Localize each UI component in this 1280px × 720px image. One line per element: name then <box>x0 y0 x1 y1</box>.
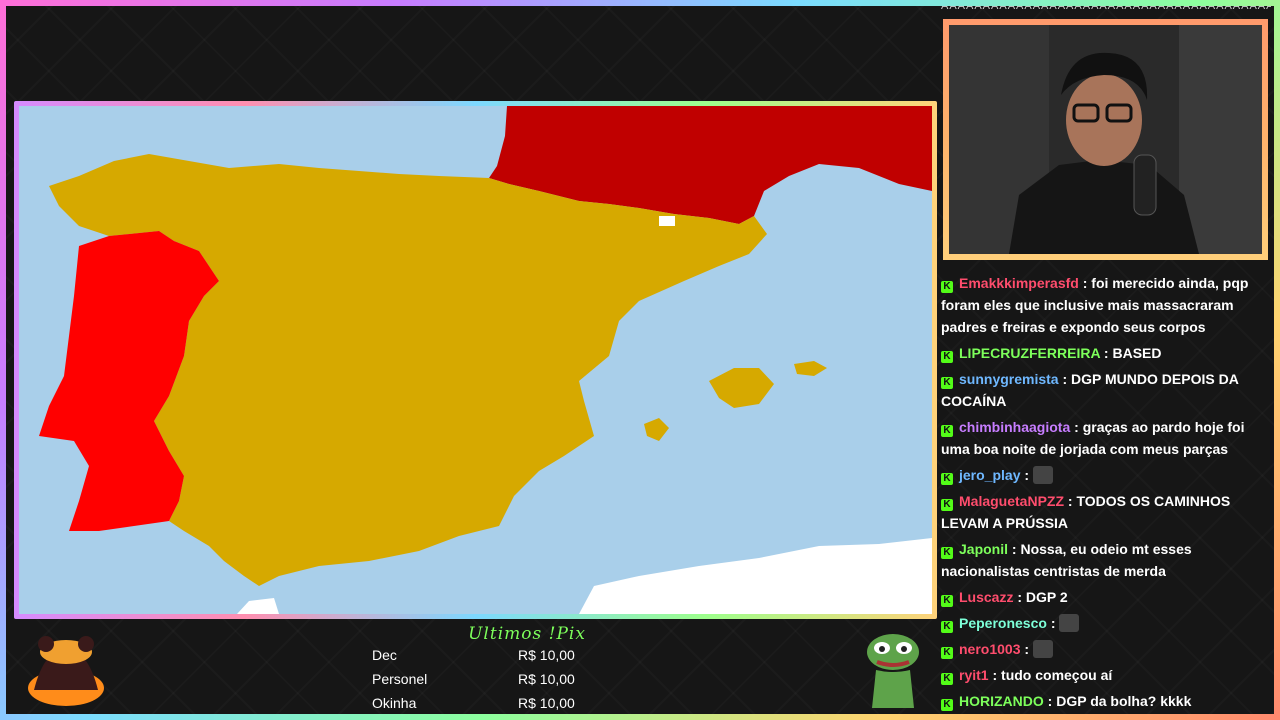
kick-icon: K <box>941 499 953 511</box>
chat-text: tudo começou aí <box>1001 667 1113 683</box>
chat-username[interactable]: Emakkkimperasfd <box>959 275 1079 291</box>
chat-panel: K Emakkkimperasfd : foi merecido ainda, p… <box>941 260 1271 715</box>
kick-icon: K <box>941 351 953 363</box>
chat-username[interactable]: MalaguetaNPZZ <box>959 493 1064 509</box>
chat-message: Kjero_play : <box>941 464 1271 486</box>
chat-message: Kchimbinhaagiota : graças ao pardo hoje … <box>941 419 1245 457</box>
chat-message: K Peperonesco : <box>941 612 1271 634</box>
pix-amount: R$ 10,00 <box>518 671 575 687</box>
chat-username[interactable]: Luscazz <box>959 589 1013 605</box>
pix-donor-name: Okinha <box>372 695 417 711</box>
map-andorra <box>659 216 675 226</box>
chat-message: K Emakkkimperasfd : foi merecido ainda, p… <box>941 275 1249 335</box>
chat-username[interactable]: jero_play <box>959 467 1020 483</box>
chat-username[interactable]: HORIZANDO <box>959 693 1044 709</box>
chat-username[interactable]: Peperonesco <box>959 615 1047 631</box>
pix-title: Ultimos !Pix <box>468 624 586 644</box>
chat-message: Knero1003 : <box>941 638 1271 660</box>
chat-message: Kryit1 : tudo começou aí <box>941 664 1271 686</box>
chat-username[interactable]: sunnygremista <box>959 371 1059 387</box>
pix-amount: R$ 10,00 <box>518 647 575 663</box>
emote-icon <box>1032 466 1053 484</box>
chat-message: K HORIZANDO : DGP da bolha? kkkk <box>941 690 1271 712</box>
chat-username[interactable]: chimbinhaagiota <box>959 419 1070 435</box>
chat-username[interactable]: LIPECRUZFERREIRA <box>959 345 1100 361</box>
chat-username[interactable]: Japonil <box>959 541 1008 557</box>
kick-icon: K <box>941 647 953 659</box>
kick-icon: K <box>941 621 953 633</box>
emote-icon <box>1032 640 1053 658</box>
pix-amount: R$ 10,00 <box>518 695 575 711</box>
chat-username[interactable]: ryit1 <box>959 667 989 683</box>
chat-message: K LIPECRUZFERREIRA : BASED <box>941 342 1271 364</box>
webcam-frame <box>943 19 1268 260</box>
chat-text: DGP 2 <box>1025 589 1068 605</box>
kick-icon: K <box>941 547 953 559</box>
kick-icon: K <box>941 673 953 685</box>
chat-username[interactable]: nero1003 <box>959 641 1020 657</box>
chat-message: K MalaguetaNPZZ : TODOS OS CAMINHOS LEVAM… <box>941 493 1231 531</box>
pepe-icon <box>867 634 919 708</box>
iberia-map <box>19 106 932 614</box>
kick-icon: K <box>941 699 953 711</box>
kick-icon: K <box>941 425 953 437</box>
webcam-feed <box>949 25 1262 254</box>
pix-donor-name: Dec <box>372 647 397 663</box>
pix-donor-name: Personel <box>372 671 428 687</box>
chat-top-ticker: AAAAAAAAAAAAAAAAAAAAAAAAAAAAAAAAAAAAAAAA… <box>941 0 1271 12</box>
mascot-left-icon <box>28 636 104 706</box>
kick-icon: K <box>941 595 953 607</box>
chat-message: K Japonil : Nossa, eu odeio mt esses naci… <box>941 541 1192 579</box>
chat-text: DGP da bolha? kkkk <box>1056 693 1192 709</box>
kick-icon: K <box>941 377 953 389</box>
chat-message: K Luscazz : DGP 2 <box>941 586 1271 608</box>
kick-icon: K <box>941 473 953 485</box>
emote-icon <box>1059 614 1080 632</box>
map-panel <box>14 101 937 619</box>
kick-icon: K <box>941 281 953 293</box>
chat-text: BASED <box>1112 345 1162 361</box>
chat-message: Ksunnygremista : DGP MUNDO DEPOIS DA COC… <box>941 371 1239 409</box>
